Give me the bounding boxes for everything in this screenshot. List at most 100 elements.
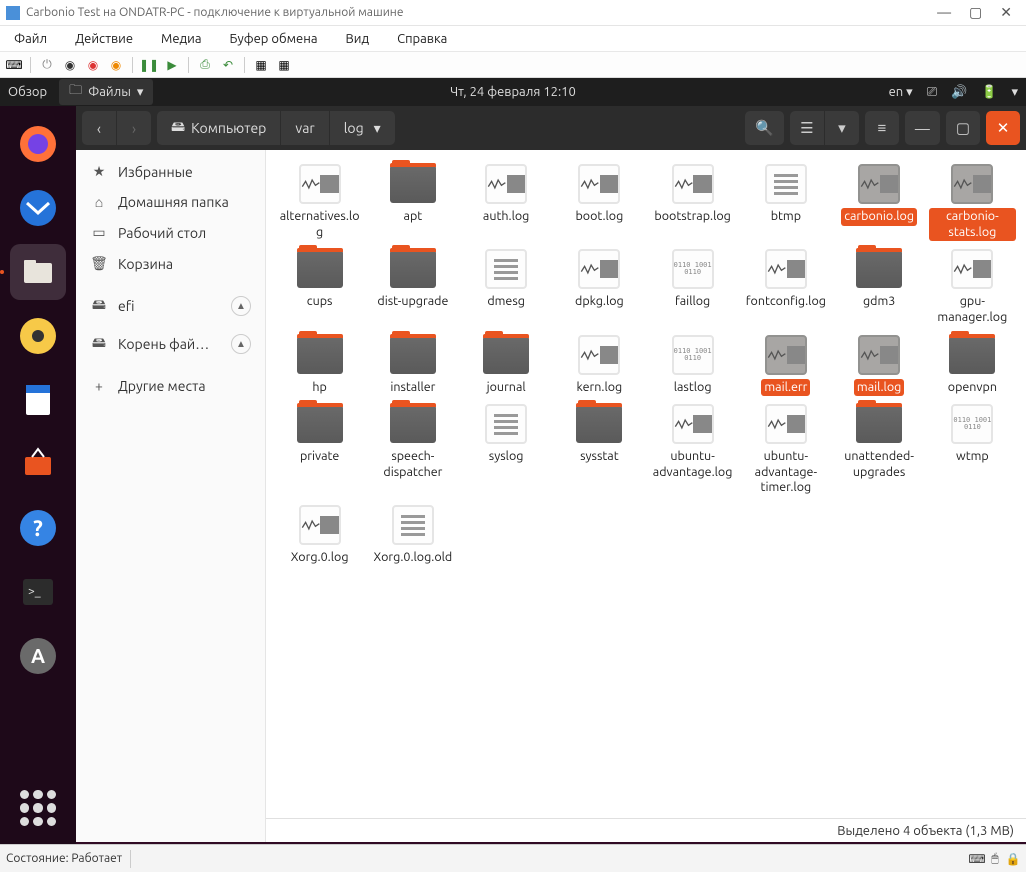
- hv-shutdown-button[interactable]: ◉: [83, 55, 103, 75]
- sidebar-efi[interactable]: 🖴efi▲: [76, 287, 265, 325]
- file-item[interactable]: mail.err: [740, 333, 831, 399]
- file-item[interactable]: kern.log: [554, 333, 645, 399]
- path-root[interactable]: 🖴Компьютер: [157, 111, 280, 145]
- file-item[interactable]: alternatives.log: [274, 162, 365, 243]
- file-item[interactable]: apt: [367, 162, 458, 243]
- eject-icon[interactable]: ▲: [231, 296, 251, 316]
- nautilus-window: ‹ › 🖴Компьютер var log▾ 🔍 ☰ ▾ ≡ — ▢ ✕ ★И…: [76, 106, 1026, 842]
- folder-icon: [389, 335, 437, 375]
- search-button[interactable]: 🔍: [745, 111, 784, 145]
- hv-maximize-button[interactable]: ▢: [969, 4, 982, 21]
- path-log[interactable]: log▾: [330, 111, 395, 145]
- nav-forward-button[interactable]: ›: [117, 111, 151, 145]
- view-list-button[interactable]: ☰: [790, 111, 824, 145]
- file-item[interactable]: carbonio.log: [834, 162, 925, 243]
- hamburger-menu-button[interactable]: ≡: [865, 111, 899, 145]
- volume-icon[interactable]: 🔊: [951, 85, 967, 100]
- hv-close-button[interactable]: ✕: [1000, 4, 1012, 21]
- file-item[interactable]: hp: [274, 333, 365, 399]
- path-var[interactable]: var: [281, 111, 328, 145]
- file-item[interactable]: dmesg: [461, 247, 552, 328]
- file-item[interactable]: Xorg.0.log: [274, 503, 365, 569]
- dock-software[interactable]: [10, 436, 66, 492]
- overview-button[interactable]: Обзор: [8, 85, 47, 99]
- dock-rhythmbox[interactable]: [10, 308, 66, 364]
- file-item[interactable]: bootstrap.log: [647, 162, 738, 243]
- file-item[interactable]: ubuntu-advantage-timer.log: [740, 402, 831, 499]
- hv-revert-button[interactable]: ↶: [218, 55, 238, 75]
- sidebar-other-places[interactable]: +Другие места: [76, 371, 265, 401]
- file-item[interactable]: syslog: [461, 402, 552, 499]
- battery-icon[interactable]: 🔋: [981, 85, 997, 100]
- hv-menu-media[interactable]: Медиа: [161, 32, 201, 46]
- file-item[interactable]: gdm3: [834, 247, 925, 328]
- file-item[interactable]: btmp: [740, 162, 831, 243]
- dock-help[interactable]: ?: [10, 500, 66, 556]
- folder-icon: [575, 404, 623, 444]
- sidebar-home[interactable]: ⌂Домашняя папка: [76, 187, 265, 217]
- hv-menu-view[interactable]: Вид: [346, 32, 370, 46]
- file-item[interactable]: fontconfig.log: [740, 247, 831, 328]
- hv-save-button[interactable]: ◉: [106, 55, 126, 75]
- window-maximize-button[interactable]: ▢: [946, 111, 980, 145]
- dock-files[interactable]: [10, 244, 66, 300]
- file-item[interactable]: private: [274, 402, 365, 499]
- appmenu-files[interactable]: 🗀 Файлы ▾: [59, 79, 153, 105]
- dock-show-apps[interactable]: [16, 786, 60, 830]
- file-item[interactable]: auth.log: [461, 162, 552, 243]
- log-file-icon: [575, 164, 623, 204]
- hv-ctrl-alt-del-button[interactable]: ⌨: [4, 55, 24, 75]
- file-item[interactable]: cups: [274, 247, 365, 328]
- hv-menu-help[interactable]: Справка: [397, 32, 447, 46]
- file-item[interactable]: ubuntu-advantage.log: [647, 402, 738, 499]
- file-item[interactable]: gpu-manager.log: [927, 247, 1018, 328]
- file-item[interactable]: journal: [461, 333, 552, 399]
- sidebar-trash[interactable]: 🗑Корзина: [76, 248, 265, 279]
- dock-updater[interactable]: A: [10, 628, 66, 684]
- hv-turnoff-button[interactable]: ◉: [60, 55, 80, 75]
- nav-back-button[interactable]: ‹: [82, 111, 116, 145]
- chevron-down-icon[interactable]: ▾: [1011, 85, 1018, 100]
- window-minimize-button[interactable]: —: [905, 111, 940, 145]
- hv-reset-button[interactable]: ▶: [162, 55, 182, 75]
- file-label: apt: [401, 208, 426, 226]
- file-item[interactable]: installer: [367, 333, 458, 399]
- hv-share-button[interactable]: ▦: [274, 55, 294, 75]
- file-item[interactable]: 0110 1001 0110wtmp: [927, 402, 1018, 499]
- file-item[interactable]: carbonio-stats.log: [927, 162, 1018, 243]
- file-item[interactable]: 0110 1001 0110faillog: [647, 247, 738, 328]
- hv-menu-clipboard[interactable]: Буфер обмена: [230, 32, 318, 46]
- file-item[interactable]: dpkg.log: [554, 247, 645, 328]
- file-item[interactable]: boot.log: [554, 162, 645, 243]
- network-icon[interactable]: ⎚: [927, 85, 937, 100]
- lang-indicator[interactable]: en ▾: [889, 85, 913, 100]
- file-item[interactable]: openvpn: [927, 333, 1018, 399]
- file-item[interactable]: mail.log: [834, 333, 925, 399]
- file-item[interactable]: Xorg.0.log.old: [367, 503, 458, 569]
- sidebar-desktop[interactable]: ▭Рабочий стол: [76, 217, 265, 248]
- hv-menu-action[interactable]: Действие: [75, 32, 133, 46]
- dock-writer[interactable]: [10, 372, 66, 428]
- dock-terminal[interactable]: >_: [10, 564, 66, 620]
- hv-checkpoint-button[interactable]: ⎙: [195, 55, 215, 75]
- window-close-button[interactable]: ✕: [986, 111, 1020, 145]
- view-dropdown-button[interactable]: ▾: [825, 111, 859, 145]
- hv-start-button[interactable]: ⏻: [37, 55, 57, 75]
- hv-menu-file[interactable]: Файл: [14, 32, 47, 46]
- sidebar-favorites[interactable]: ★Избранные: [76, 156, 265, 187]
- file-item[interactable]: sysstat: [554, 402, 645, 499]
- file-item[interactable]: speech-dispatcher: [367, 402, 458, 499]
- file-label: carbonio-stats.log: [929, 208, 1016, 241]
- dock-firefox[interactable]: [10, 116, 66, 172]
- file-item[interactable]: 0110 1001 0110lastlog: [647, 333, 738, 399]
- sidebar-root-fs[interactable]: 🖴Корень фай…▲: [76, 325, 265, 363]
- dock-thunderbird[interactable]: [10, 180, 66, 236]
- file-item[interactable]: dist-upgrade: [367, 247, 458, 328]
- hv-minimize-button[interactable]: —: [937, 4, 951, 21]
- eject-icon[interactable]: ▲: [231, 334, 251, 354]
- file-label: syslog: [486, 448, 527, 466]
- hv-pause-button[interactable]: ❚❚: [139, 55, 159, 75]
- hv-enhanced-button[interactable]: ▦: [251, 55, 271, 75]
- clock[interactable]: Чт, 24 февраля 12:10: [450, 85, 576, 99]
- file-item[interactable]: unattended-upgrades: [834, 402, 925, 499]
